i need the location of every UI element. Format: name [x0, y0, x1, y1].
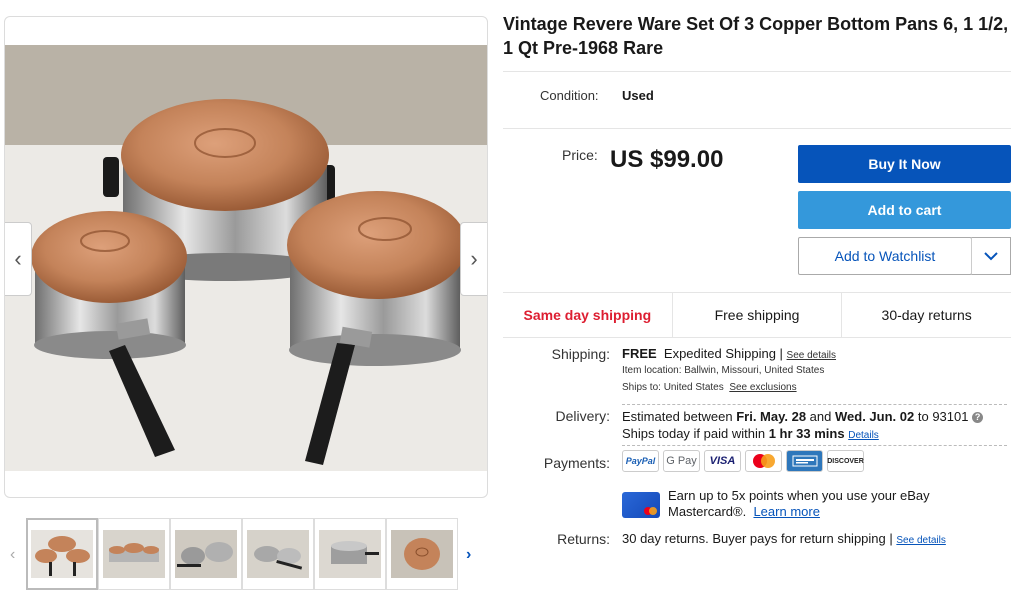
gallery-next-button[interactable]: › — [460, 222, 487, 296]
thumbnail-6[interactable] — [386, 518, 458, 590]
thumbnail-2[interactable] — [98, 518, 170, 590]
info-icon[interactable]: ? — [972, 412, 984, 423]
gallery-prev-button[interactable]: ‹ — [5, 222, 32, 296]
chevron-down-icon — [984, 252, 998, 261]
promo-line-2: Mastercard®. — [668, 504, 747, 519]
divider — [503, 71, 1011, 72]
thumbnail-image — [175, 530, 237, 578]
shipping-label: Shipping: — [551, 346, 610, 362]
ships-today-text: Ships today if paid within — [622, 426, 766, 441]
price-value: US $99.00 — [610, 146, 724, 173]
image-gallery: ‹ › — [4, 16, 488, 498]
discover-logo: DISCOVER — [827, 450, 864, 472]
main-product-photo[interactable] — [5, 45, 487, 471]
returns-info: 30 day returns. Buyer pays for return sh… — [622, 531, 946, 546]
chevron-right-icon: › — [470, 246, 478, 271]
condition-label: Condition: — [540, 88, 599, 103]
delivery-estimated-text: Estimated between — [622, 409, 733, 424]
feature-same-day-shipping: Same day shipping — [523, 307, 652, 323]
watchlist-dropdown-button[interactable] — [971, 237, 1011, 275]
ships-to: Ships to: United States See exclusions — [622, 382, 836, 393]
thumbs-next-button[interactable]: › — [466, 546, 471, 564]
chevron-left-icon: ‹ — [14, 246, 22, 271]
feature-free-shipping: Free shipping — [671, 293, 842, 337]
see-exclusions-link[interactable]: See exclusions — [729, 382, 796, 393]
ships-to-label: Ships to: — [622, 382, 661, 393]
amex-logo — [786, 450, 823, 472]
divider — [503, 128, 1011, 129]
thumbnail-image — [31, 530, 93, 578]
shipping-info: FREE Expedited Shipping | See details It… — [622, 346, 836, 393]
delivery-details-link[interactable]: Details — [848, 430, 879, 441]
ships-today-time: 1 hr 33 mins — [768, 426, 845, 441]
delivery-info: Estimated between Fri. May. 28 and Wed. … — [622, 408, 1017, 444]
google-pay-logo: G Pay — [663, 450, 700, 472]
thumbnail-image — [391, 530, 453, 578]
thumbnail-5[interactable] — [314, 518, 386, 590]
returns-label: Returns: — [557, 531, 610, 547]
item-location: Item location: Ballwin, Missouri, United… — [622, 365, 836, 376]
mastercard-icon — [752, 454, 775, 468]
chevron-right-icon: › — [466, 546, 472, 563]
thumbnail-image — [247, 530, 309, 578]
delivery-date-from: Fri. May. 28 — [736, 409, 807, 424]
ships-to-value: United States — [663, 382, 724, 393]
learn-more-link[interactable]: Learn more — [753, 504, 819, 519]
add-to-cart-button[interactable]: Add to cart — [798, 191, 1011, 229]
thumbnail-image — [103, 530, 165, 578]
payments-label: Payments: — [543, 455, 610, 471]
separator: | — [885, 531, 897, 546]
delivery-zip: to 93101 — [917, 409, 969, 424]
delivery-and: and — [809, 409, 832, 424]
amex-icon — [792, 455, 817, 467]
promo-text: Earn up to 5x points when you use your e… — [668, 488, 930, 520]
thumbnail-image — [319, 530, 381, 578]
item-location-label: Item location: — [622, 365, 682, 376]
visa-logo: VISA — [704, 450, 741, 472]
buy-it-now-button[interactable]: Buy It Now — [798, 145, 1011, 183]
payment-methods: PayPal G Pay VISA DISCOVER — [622, 450, 864, 472]
item-title: Vintage Revere Ware Set Of 3 Copper Bott… — [503, 14, 1009, 58]
thumbnail-strip — [26, 518, 460, 592]
feature-bar: Same day shipping Free shipping 30-day r… — [503, 292, 1011, 338]
price-label: Price: — [562, 147, 598, 163]
promo-line-1: Earn up to 5x points when you use your e… — [668, 488, 930, 503]
delivery-date-to: Wed. Jun. 02 — [835, 409, 915, 424]
paypal-logo: PayPal — [622, 450, 659, 472]
shipping-free: FREE — [622, 346, 657, 361]
ebay-mastercard-icon — [622, 492, 660, 518]
returns-see-details-link[interactable]: See details — [896, 535, 945, 546]
separator: | — [775, 346, 787, 361]
chevron-left-icon: ‹ — [10, 546, 16, 563]
item-location-value: Ballwin, Missouri, United States — [684, 365, 825, 376]
returns-text: 30 day returns. Buyer pays for return sh… — [622, 531, 886, 546]
mastercard-promo: Earn up to 5x points when you use your e… — [622, 488, 1022, 520]
thumbnail-3[interactable] — [170, 518, 242, 590]
shipping-method: Expedited Shipping — [663, 346, 776, 361]
mastercard-logo — [745, 450, 782, 472]
shipping-see-details-link[interactable]: See details — [787, 350, 836, 361]
thumbs-prev-button[interactable]: ‹ — [10, 546, 15, 564]
thumbnail-1[interactable] — [26, 518, 98, 590]
copper-pans-photo — [5, 45, 487, 471]
thumbnail-4[interactable] — [242, 518, 314, 590]
divider — [622, 404, 1007, 405]
add-to-watchlist-button[interactable]: Add to Watchlist — [798, 237, 972, 275]
delivery-label: Delivery: — [555, 408, 610, 424]
feature-returns: 30-day returns — [841, 293, 1011, 337]
condition-value: Used — [622, 88, 654, 103]
divider — [622, 445, 1007, 446]
